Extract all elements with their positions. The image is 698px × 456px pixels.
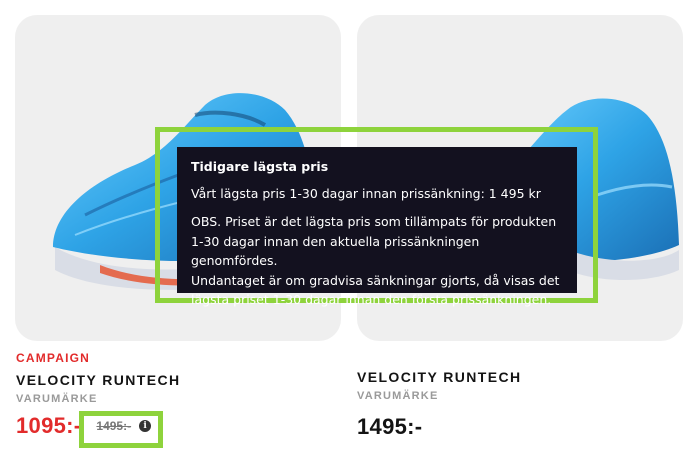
tooltip-note: OBS. Priset är det lägsta pris som tillä…: [191, 212, 563, 310]
tooltip-note-line: OBS. Priset är det lägsta pris som tillä…: [191, 214, 557, 229]
product-name[interactable]: VELOCITY RUNTECH: [16, 372, 181, 388]
price-highlight-box: [79, 411, 163, 448]
product-price: 1495:-: [357, 414, 423, 439]
sale-price: 1095:-: [16, 413, 82, 438]
product-brand: VARUMÄRKE: [16, 393, 98, 405]
tooltip-note-line: lägsta priset 1-30 dagar innan den först…: [191, 292, 552, 307]
tooltip-note-line: Undantaget är om gradvisa sänkningar gjo…: [191, 272, 560, 288]
product-info: VELOCITY RUNTECH VARUMÄRKE 1495:-: [357, 369, 522, 440]
tooltip-note-line: 1-30 dagar innan den aktuella prissänkni…: [191, 233, 480, 269]
tooltip-lowest-price: Vårt lägsta pris 1-30 dagar innan prissä…: [191, 186, 541, 201]
campaign-badge: CAMPAIGN: [16, 351, 91, 365]
product-brand: VARUMÄRKE: [357, 390, 439, 402]
tooltip-title: Tidigare lägsta pris: [191, 159, 329, 174]
product-name[interactable]: VELOCITY RUNTECH: [357, 369, 522, 385]
lowest-price-tooltip: Tidigare lägsta pris Vårt lägsta pris 1-…: [177, 147, 577, 307]
